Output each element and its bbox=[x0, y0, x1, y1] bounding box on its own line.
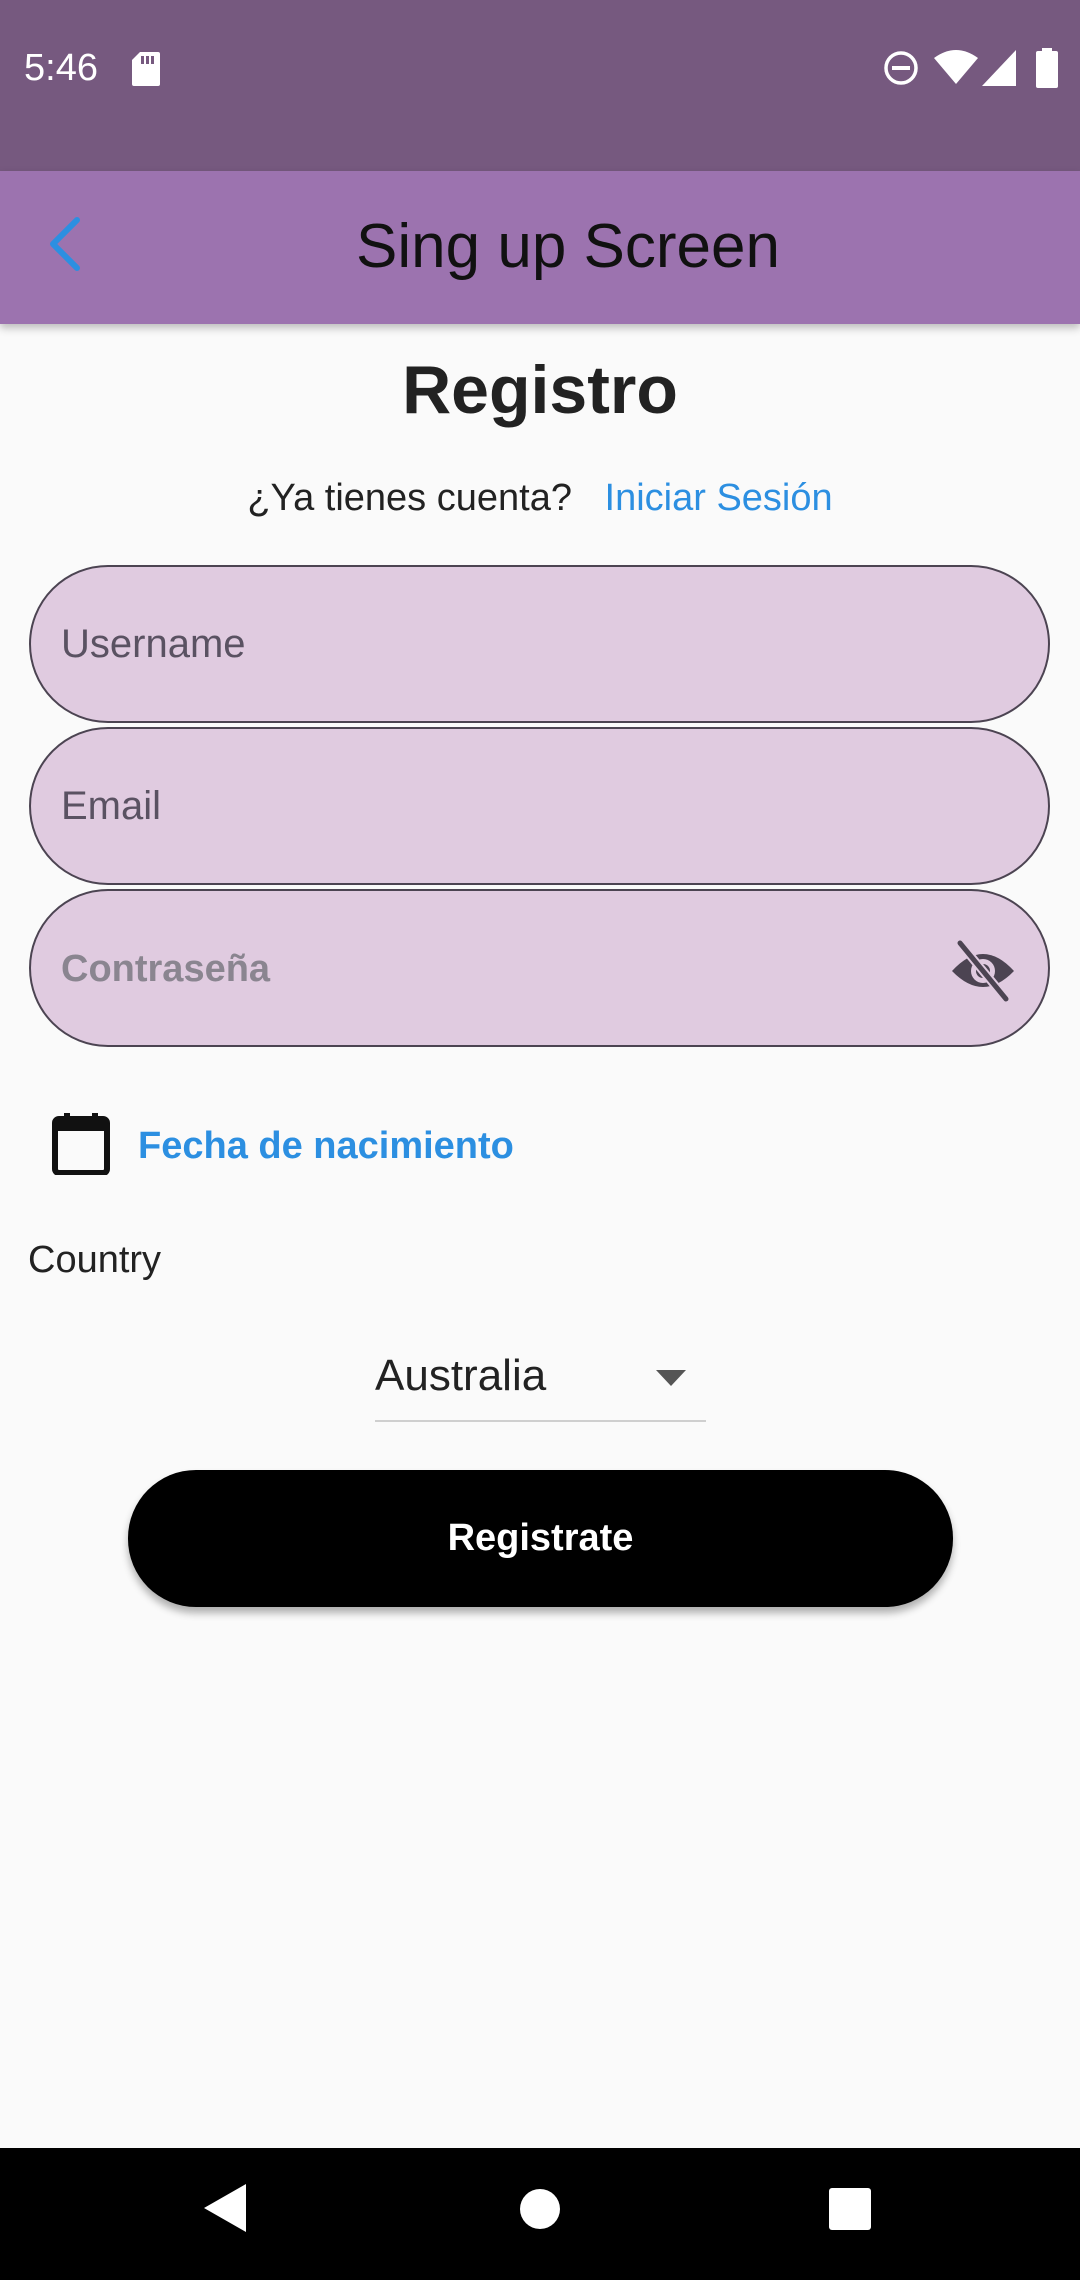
battery-icon bbox=[1036, 48, 1058, 93]
password-input[interactable] bbox=[61, 891, 921, 1045]
app-bar: Sing up Screen bbox=[0, 171, 1080, 324]
wifi-icon bbox=[934, 50, 978, 91]
country-label: Country bbox=[28, 1239, 162, 1281]
register-button[interactable]: Registrate bbox=[128, 1470, 953, 1607]
country-selected-value: Australia bbox=[375, 1351, 547, 1400]
app-title: Sing up Screen bbox=[356, 212, 780, 281]
page-heading: Registro bbox=[402, 352, 678, 428]
email-field[interactable] bbox=[29, 727, 1050, 885]
signal-icon bbox=[982, 50, 1016, 91]
country-dropdown[interactable]: Australia bbox=[375, 1342, 706, 1422]
password-field[interactable] bbox=[29, 889, 1050, 1047]
do-not-disturb-icon bbox=[883, 50, 919, 91]
status-time: 5:46 bbox=[24, 47, 98, 89]
email-input[interactable] bbox=[61, 729, 921, 883]
birthdate-label: Fecha de nacimiento bbox=[138, 1124, 514, 1167]
recents-square-icon[interactable] bbox=[829, 2188, 871, 2235]
home-circle-icon[interactable] bbox=[519, 2188, 561, 2235]
dropdown-arrow-icon bbox=[656, 1370, 686, 1391]
calendar-icon bbox=[52, 1112, 110, 1180]
navigation-bar bbox=[0, 2148, 1080, 2280]
login-prompt-row: ¿Ya tienes cuenta? Iniciar Sesión bbox=[0, 472, 1080, 524]
back-triangle-icon[interactable] bbox=[204, 2184, 246, 2237]
eye-off-icon[interactable] bbox=[948, 935, 1018, 1005]
sd-card-icon bbox=[132, 52, 160, 91]
status-bar: 5:46 bbox=[0, 0, 1080, 171]
login-link[interactable]: Iniciar Sesión bbox=[605, 477, 833, 519]
username-input[interactable] bbox=[61, 567, 921, 721]
username-field[interactable] bbox=[29, 565, 1050, 723]
birthdate-picker[interactable]: Fecha de nacimiento bbox=[52, 1110, 514, 1182]
login-question: ¿Ya tienes cuenta? bbox=[247, 477, 572, 519]
